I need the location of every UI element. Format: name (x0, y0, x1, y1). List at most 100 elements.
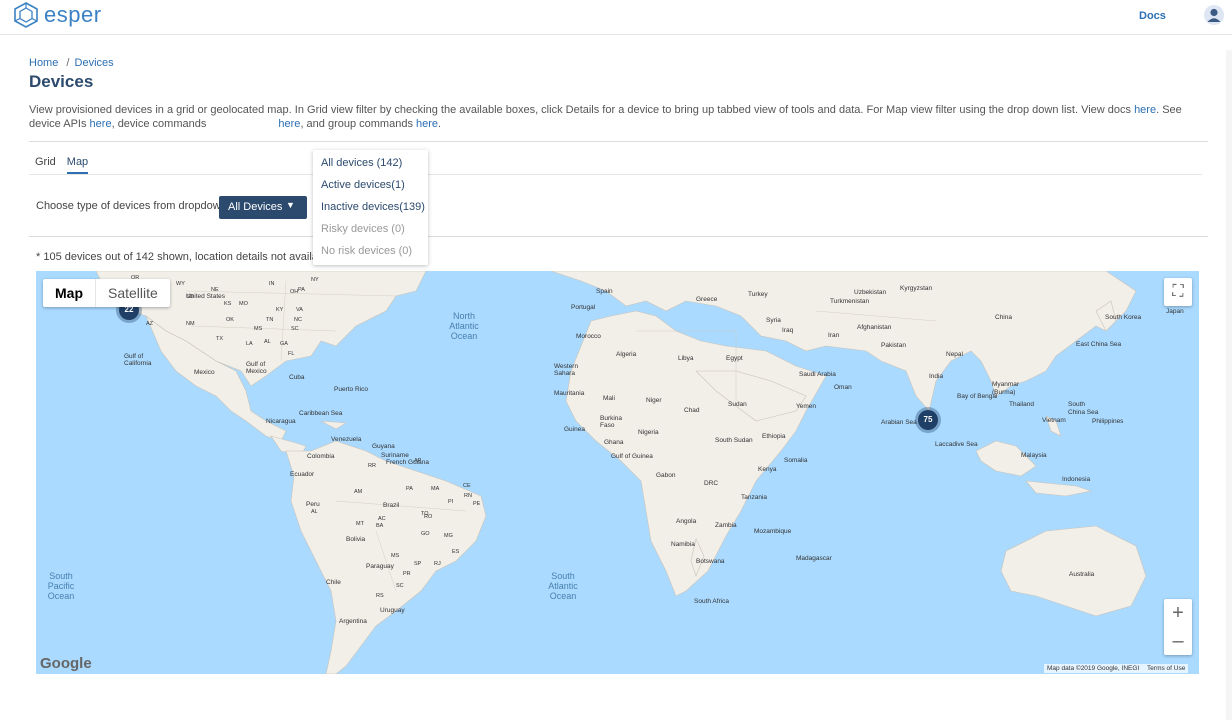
docs-here-link[interactable]: here (1134, 104, 1156, 116)
user-avatar-icon[interactable] (1204, 5, 1224, 25)
map-type-satellite-button[interactable]: Satellite (95, 279, 170, 307)
filter-option-active[interactable]: Active devices(1) (321, 179, 405, 191)
map-label: South Sudan (715, 437, 753, 444)
zoom-control: + – (1164, 599, 1192, 655)
view-tabs: Grid Map (35, 156, 99, 174)
state-code-label: SD (186, 294, 194, 300)
map-label: Iraq (782, 327, 794, 334)
filter-option-inactive[interactable]: Inactive devices(139) (321, 201, 425, 213)
map-label: Nepal (946, 351, 963, 358)
state-code-label: NY (311, 277, 319, 283)
ocean-label-south-atlantic: South Atlantic Ocean (548, 571, 578, 601)
map-label: Namibia (671, 541, 695, 548)
map-label: Botswana (696, 558, 725, 565)
state-code-label: SC (396, 583, 404, 589)
zoom-out-icon[interactable]: – (1164, 627, 1192, 655)
device-commands-here-link[interactable]: here (278, 118, 300, 130)
map-label: Afghanistan (857, 324, 892, 331)
map-type-map-button[interactable]: Map (43, 279, 95, 307)
state-code-label: KS (224, 301, 232, 307)
state-code-label: FL (288, 351, 295, 357)
map-label: Zambia (715, 522, 737, 529)
device-filter-dropdown[interactable]: All Devices ▼ (219, 196, 307, 219)
state-code-label: AM (354, 489, 363, 495)
breadcrumb-current: Devices (74, 57, 114, 69)
state-code-label: NM (186, 321, 195, 327)
state-code-label: GA (280, 341, 288, 347)
state-code-label: ES (452, 549, 460, 555)
state-code-label: OK (226, 317, 234, 323)
state-code-label: CE (463, 483, 471, 489)
fullscreen-icon[interactable]: ⛶ (1164, 278, 1192, 306)
map-label: Japan (1166, 308, 1184, 315)
map-label: Indonesia (1062, 476, 1091, 483)
page-description: View provisioned devices in a grid or ge… (29, 103, 1209, 131)
page-scrollbar[interactable] (1226, 50, 1232, 720)
tab-map[interactable]: Map (66, 156, 89, 174)
esper-logo-icon (14, 2, 38, 28)
state-code-label: AL (264, 339, 271, 345)
tabs-underline (29, 174, 1202, 175)
state-code-label: AC (378, 516, 386, 522)
map-label: Turkmenistan (830, 298, 870, 305)
state-code-label: RS (376, 593, 384, 599)
terms-of-use-link[interactable]: Terms of Use (1147, 665, 1185, 672)
map-label: Yemen (796, 403, 816, 410)
map-label: Spain (596, 288, 613, 295)
map-label: Mali (603, 395, 615, 402)
map-label: Laccadive Sea (935, 441, 978, 448)
state-code-label: AZ (146, 321, 154, 327)
map-label: Mauritania (554, 390, 585, 397)
map-label: Sudan (728, 401, 747, 408)
map-label: French Guiana (386, 459, 429, 466)
map-label: Gulf of Guinea (611, 453, 653, 460)
map-label: Syria (766, 317, 781, 324)
map-label: Brazil (383, 502, 400, 509)
state-code-label: AP (414, 458, 422, 464)
state-code-label: NC (294, 317, 302, 323)
map-label: Mozambique (754, 528, 792, 535)
state-code-label: OH (290, 289, 299, 295)
state-code-label: AL (311, 509, 318, 515)
map-label: Gulf of California (124, 353, 152, 367)
map-label: Western Sahara (554, 363, 579, 377)
device-apis-here-link[interactable]: here (90, 118, 112, 130)
chevron-down-icon: ▼ (286, 200, 295, 210)
map-label: Ghana (604, 439, 624, 446)
device-map[interactable]: North Atlantic Ocean South Atlantic Ocea… (36, 271, 1199, 674)
google-logo: Google (40, 655, 92, 672)
group-commands-here-link[interactable]: here (416, 118, 438, 130)
map-label: Chad (684, 407, 700, 414)
breadcrumb: Home / Devices (29, 57, 114, 69)
state-code-label: RN (464, 493, 472, 499)
state-code-label: MS (391, 553, 400, 559)
map-label: Turkey (748, 291, 768, 298)
zoom-in-icon[interactable]: + (1164, 599, 1192, 627)
docs-link[interactable]: Docs (1139, 10, 1166, 22)
description-text-4: , and group commands (300, 118, 417, 130)
map-label: Bolivia (346, 536, 366, 543)
map-label: Argentina (339, 618, 367, 625)
device-cluster-marker[interactable]: 75 (918, 410, 938, 430)
map-label: Greece (696, 296, 718, 303)
state-code-label: KY (276, 307, 284, 313)
state-code-label: LA (246, 341, 253, 347)
filter-label: Choose type of devices from dropdown (36, 200, 227, 212)
state-code-label: RJ (434, 561, 441, 567)
map-label: Suriname (381, 452, 409, 459)
state-code-label: PR (403, 571, 411, 577)
map-label: Angola (676, 518, 697, 525)
ocean-label-north-atlantic: North Atlantic Ocean (449, 311, 479, 341)
state-code-label: PA (406, 486, 413, 492)
state-code-label: BA (376, 523, 384, 529)
tab-grid[interactable]: Grid (35, 156, 56, 174)
map-label: Arabian Sea (881, 419, 917, 426)
state-code-label: IN (269, 281, 275, 287)
divider (29, 141, 1208, 142)
filter-option-all[interactable]: All devices (142) (321, 157, 402, 169)
brand-logo[interactable]: esper (13, 2, 102, 28)
breadcrumb-home-link[interactable]: Home (29, 57, 58, 69)
divider (29, 236, 1208, 237)
map-label: South Africa (694, 598, 730, 605)
map-label: Caribbean Sea (299, 410, 343, 417)
